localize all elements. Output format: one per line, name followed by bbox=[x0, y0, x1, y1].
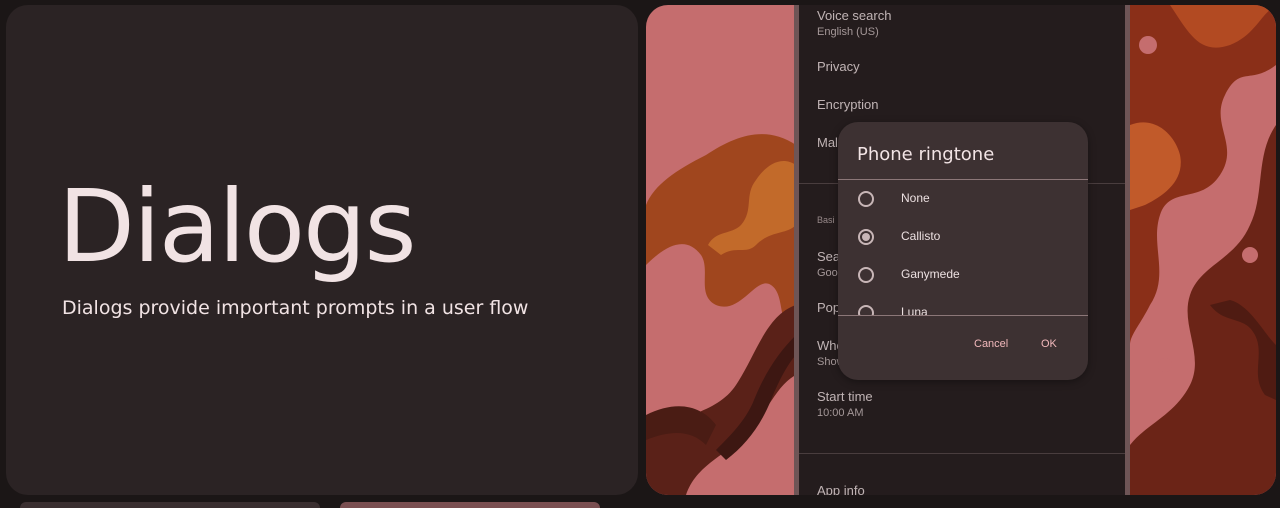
option-luna[interactable]: Luna bbox=[838, 294, 1088, 315]
option-label: None bbox=[901, 191, 930, 205]
setting-title: Sea bbox=[817, 249, 841, 264]
dialog-option-list[interactable]: None Callisto Ganymede Luna bbox=[838, 180, 1088, 315]
cancel-button[interactable]: Cancel bbox=[974, 338, 1008, 350]
option-label: Luna bbox=[901, 305, 928, 315]
next-card-edge bbox=[20, 502, 320, 508]
setting-voice-search[interactable]: Voice search English (US) bbox=[817, 8, 891, 38]
ok-button[interactable]: OK bbox=[1041, 338, 1057, 350]
setting-app-info[interactable]: App info bbox=[817, 483, 865, 495]
setting-subtitle: English (US) bbox=[817, 26, 879, 38]
seaweed-illustration-right bbox=[1130, 5, 1276, 495]
option-ganymede[interactable]: Ganymede bbox=[838, 256, 1088, 294]
setting-title: Encryption bbox=[817, 97, 879, 112]
setting-title: Pop bbox=[817, 300, 841, 315]
setting-title: Voice search bbox=[817, 8, 892, 23]
section-header: Basi bbox=[817, 215, 835, 225]
setting-pop[interactable]: Pop bbox=[817, 300, 840, 315]
settings-divider bbox=[799, 453, 1125, 454]
setting-title: Start time bbox=[817, 389, 873, 404]
setting-title: App info bbox=[817, 483, 865, 495]
hero-title: Dialogs bbox=[58, 168, 417, 285]
intro-card: Dialogs Dialogs provide important prompt… bbox=[6, 5, 638, 495]
next-card-edge bbox=[340, 502, 600, 508]
setting-sea[interactable]: Sea Goo bbox=[817, 249, 840, 279]
setting-subtitle: Goo bbox=[817, 267, 838, 279]
dialog-title: Phone ringtone bbox=[857, 144, 995, 165]
setting-mal[interactable]: Mal bbox=[817, 135, 838, 150]
option-none[interactable]: None bbox=[838, 180, 1088, 218]
setting-encryption[interactable]: Encryption bbox=[817, 97, 878, 112]
radio-checked-icon[interactable] bbox=[858, 229, 874, 245]
radio-unchecked-icon[interactable] bbox=[858, 267, 874, 283]
option-label: Callisto bbox=[901, 229, 941, 243]
setting-privacy[interactable]: Privacy bbox=[817, 59, 860, 74]
dialog-divider-bottom bbox=[838, 315, 1088, 316]
radio-unchecked-icon[interactable] bbox=[858, 191, 874, 207]
seaweed-illustration-left bbox=[646, 134, 796, 495]
option-label: Ganymede bbox=[901, 267, 960, 281]
setting-title: Privacy bbox=[817, 59, 860, 74]
hero-subtitle: Dialogs provide important prompts in a u… bbox=[62, 297, 529, 319]
ringtone-dialog: Phone ringtone None Callisto Ganymede Lu… bbox=[838, 122, 1088, 380]
setting-subtitle: 10:00 AM bbox=[817, 407, 864, 419]
radio-unchecked-icon[interactable] bbox=[858, 305, 874, 315]
setting-start-time[interactable]: Start time 10:00 AM bbox=[817, 389, 873, 419]
setting-title: Mal bbox=[817, 135, 838, 150]
option-callisto[interactable]: Callisto bbox=[838, 218, 1088, 256]
